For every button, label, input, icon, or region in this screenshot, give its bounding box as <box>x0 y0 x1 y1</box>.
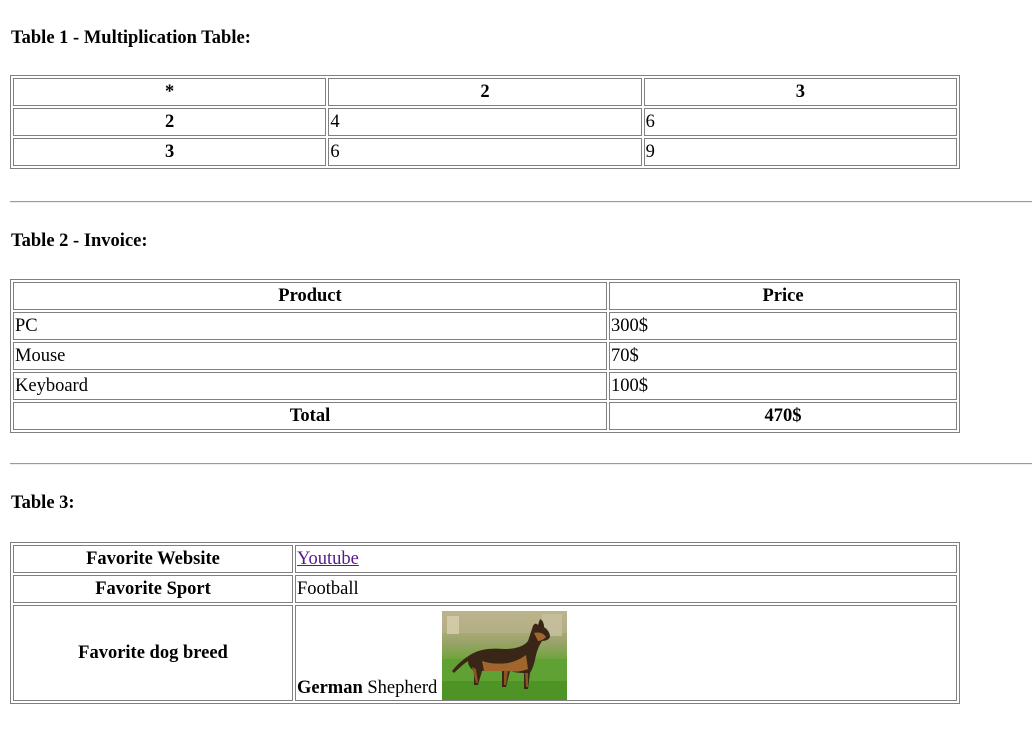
row-label: 2 <box>13 108 327 136</box>
sport-cell: Football <box>295 575 957 603</box>
table2-heading: Table 2 - Invoice: <box>11 231 148 251</box>
product-cell: PC <box>13 312 607 340</box>
table-row: Favorite Website Youtube <box>13 545 957 573</box>
invoice-table: Product Price PC 300$ Mouse 70$ Keyboard… <box>10 279 960 433</box>
table-row: 3 6 9 <box>13 138 957 166</box>
page: Table 1 - Multiplication Table: * 2 3 2 … <box>0 0 1032 739</box>
table-header-cell: 2 <box>328 78 642 106</box>
dog-breed-bold: German <box>297 678 363 698</box>
table-row: Keyboard 100$ <box>13 372 957 400</box>
price-cell: 300$ <box>609 312 957 340</box>
table-row: Favorite Sport Football <box>13 575 957 603</box>
table-cell: 4 <box>328 108 642 136</box>
table-row: PC 300$ <box>13 312 957 340</box>
divider <box>10 201 1032 203</box>
row-label: 3 <box>13 138 327 166</box>
table-cell: 6 <box>643 108 957 136</box>
table-header-cell: Price <box>609 282 957 310</box>
total-label: Total <box>13 402 607 430</box>
table-row: Product Price <box>13 282 957 310</box>
dog-breed-rest: Shepherd <box>362 678 438 698</box>
multiplication-table: * 2 3 2 4 6 3 6 9 <box>10 75 960 169</box>
total-value: 470$ <box>609 402 957 430</box>
table3-heading: Table 3: <box>11 493 75 513</box>
favorites-table: Favorite Website Youtube Favorite Sport … <box>10 542 960 704</box>
table1-heading: Table 1 - Multiplication Table: <box>11 28 251 48</box>
german-shepherd-image <box>441 611 567 700</box>
dog-label: Favorite dog breed <box>13 605 293 701</box>
table-cell: 9 <box>643 138 957 166</box>
table-header-cell: 3 <box>643 78 957 106</box>
total-row: Total 470$ <box>13 402 957 430</box>
dog-cell: German Shepherd <box>295 605 957 701</box>
table1-section: Table 1 - Multiplication Table: <box>11 27 251 49</box>
sport-label: Favorite Sport <box>13 575 293 603</box>
price-cell: 70$ <box>609 342 957 370</box>
table-row: Favorite dog breed German Shepherd <box>13 605 957 701</box>
website-label: Favorite Website <box>13 545 293 573</box>
price-cell: 100$ <box>609 372 957 400</box>
table-header-cell: * <box>13 78 327 106</box>
table-header-cell: Product <box>13 282 607 310</box>
table-row: Mouse 70$ <box>13 342 957 370</box>
divider <box>10 463 1032 465</box>
table-cell: 6 <box>328 138 642 166</box>
table-row: * 2 3 <box>13 78 957 106</box>
product-cell: Keyboard <box>13 372 607 400</box>
product-cell: Mouse <box>13 342 607 370</box>
youtube-link[interactable]: Youtube <box>297 549 359 569</box>
website-cell: Youtube <box>295 545 957 573</box>
table-row: 2 4 6 <box>13 108 957 136</box>
